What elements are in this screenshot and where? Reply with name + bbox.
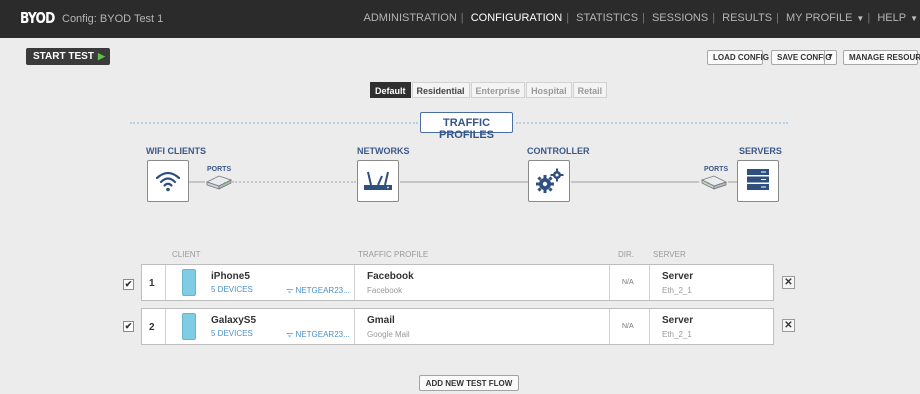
link-wifi-ports	[189, 181, 205, 183]
nav-statistics[interactable]: STATISTICS	[572, 12, 642, 24]
device-count-link[interactable]: 5 DEVICES	[211, 329, 253, 338]
nav-help-label[interactable]: HELP	[873, 12, 910, 24]
nav-help[interactable]: HELP ▼	[873, 12, 918, 24]
network-link[interactable]: ᯤ NETGEAR23...	[286, 285, 350, 296]
chevron-down-icon: ▼	[856, 14, 865, 23]
network-name: NETGEAR23...	[295, 330, 350, 339]
gears-icon	[536, 168, 564, 193]
table-row[interactable]: 1 iPhone5 5 DEVICES ᯤ NETGEAR23... Faceb…	[141, 264, 774, 301]
column-divider	[165, 265, 166, 300]
link-controller-ports	[571, 181, 699, 183]
networks-label: NETWORKS	[357, 146, 410, 156]
nav-results[interactable]: RESULTS	[718, 12, 776, 24]
save-config-button[interactable]: SAVE CONFIG ▼	[771, 50, 837, 65]
start-test-button[interactable]: START TEST ▶	[26, 48, 110, 65]
nav-my-profile[interactable]: MY PROFILE ▼	[782, 12, 864, 24]
network-name: NETGEAR23...	[295, 286, 350, 295]
tab-enterprise[interactable]: Enterprise	[470, 82, 526, 98]
play-icon: ▶	[97, 51, 105, 61]
wifi-clients-node[interactable]	[147, 160, 189, 202]
config-name: Config: BYOD Test 1	[62, 13, 164, 25]
manage-resources-button[interactable]: MANAGE RESOURCES	[843, 50, 920, 65]
row-number: 2	[149, 322, 155, 333]
wifi-icon: ᯤ	[286, 286, 296, 295]
column-divider	[354, 265, 355, 300]
profile-detail: Facebook	[367, 286, 403, 295]
column-header-client: CLIENT	[172, 250, 201, 259]
profile-tabs: Default Residential Enterprise Hospital …	[370, 82, 608, 98]
nav-administration[interactable]: ADMINISTRATION	[360, 12, 461, 24]
column-divider	[649, 265, 650, 300]
direction-value: N/A	[622, 279, 634, 286]
brand-logo: BYOD	[20, 9, 55, 27]
top-bar: BYOD Config: BYOD Test 1 ADMINISTRATION |…	[0, 0, 920, 38]
device-name: GalaxyS5	[211, 315, 257, 326]
wifi-clients-label: WIFI CLIENTS	[146, 146, 206, 156]
main-nav: ADMINISTRATION | CONFIGURATION | STATISTIC…	[360, 12, 919, 24]
traffic-profiles-button[interactable]: TRAFFIC PROFILES	[420, 112, 513, 141]
chevron-down-icon: ▼	[910, 14, 918, 23]
profile-detail: Google Mail	[367, 330, 410, 339]
banner-divider-right	[516, 122, 788, 124]
delete-row-button[interactable]: ✕	[782, 319, 795, 332]
phone-icon	[182, 269, 196, 296]
nav-sessions[interactable]: SESSIONS	[648, 12, 712, 24]
profile-name: Facebook	[367, 271, 414, 282]
column-divider	[609, 265, 610, 300]
servers-label: SERVERS	[739, 146, 782, 156]
device-name: iPhone5	[211, 271, 250, 282]
server-name: Server	[662, 271, 694, 282]
row-checkbox[interactable]: ✔	[123, 321, 134, 332]
server-port: Eth_2_1	[662, 330, 692, 339]
router-icon	[364, 171, 392, 190]
controller-node[interactable]	[528, 160, 570, 202]
networks-node[interactable]	[357, 160, 399, 202]
network-link[interactable]: ᯤ NETGEAR23...	[286, 329, 350, 340]
link-networks-controller	[400, 181, 528, 183]
start-test-label: START TEST	[33, 51, 94, 62]
delete-row-button[interactable]: ✕	[782, 276, 795, 289]
nav-my-profile-label[interactable]: MY PROFILE	[782, 12, 856, 24]
wifi-icon: ᯤ	[286, 330, 296, 339]
tab-default[interactable]: Default	[370, 82, 411, 98]
chevron-down-icon[interactable]: ▼	[824, 50, 836, 65]
switch-port-icon	[700, 175, 728, 190]
column-divider	[649, 309, 650, 344]
link-ports-networks	[232, 181, 356, 183]
server-stack-icon	[747, 169, 769, 190]
add-new-test-flow-button[interactable]: ADD NEW TEST FLOW	[419, 375, 519, 391]
server-port: Eth_2_1	[662, 286, 692, 295]
column-header-dir: DIR.	[618, 250, 634, 259]
tab-retail[interactable]: Retail	[572, 82, 608, 98]
tab-hospital[interactable]: Hospital	[526, 82, 572, 98]
wifi-icon	[155, 171, 181, 192]
device-count-link[interactable]: 5 DEVICES	[211, 285, 253, 294]
column-header-server: SERVER	[653, 250, 686, 259]
controller-label: CONTROLLER	[527, 146, 590, 156]
direction-value: N/A	[622, 323, 634, 330]
table-row[interactable]: 2 GalaxyS5 5 DEVICES ᯤ NETGEAR23... Gmai…	[141, 308, 774, 345]
row-checkbox[interactable]: ✔	[123, 279, 134, 290]
phone-icon	[182, 313, 196, 340]
column-header-traffic-profile: TRAFFIC PROFILE	[358, 250, 429, 259]
switch-port-icon	[205, 175, 233, 190]
load-config-button[interactable]: LOAD CONFIG	[707, 50, 769, 65]
row-number: 1	[149, 278, 155, 289]
link-ports-servers	[728, 181, 737, 183]
nav-configuration[interactable]: CONFIGURATION	[467, 12, 566, 24]
column-divider	[354, 309, 355, 344]
profile-name: Gmail	[367, 315, 395, 326]
servers-node[interactable]	[737, 160, 779, 202]
tab-residential[interactable]: Residential	[411, 82, 470, 98]
column-divider	[165, 309, 166, 344]
banner-divider-left	[130, 122, 418, 124]
column-divider	[609, 309, 610, 344]
server-name: Server	[662, 315, 694, 326]
